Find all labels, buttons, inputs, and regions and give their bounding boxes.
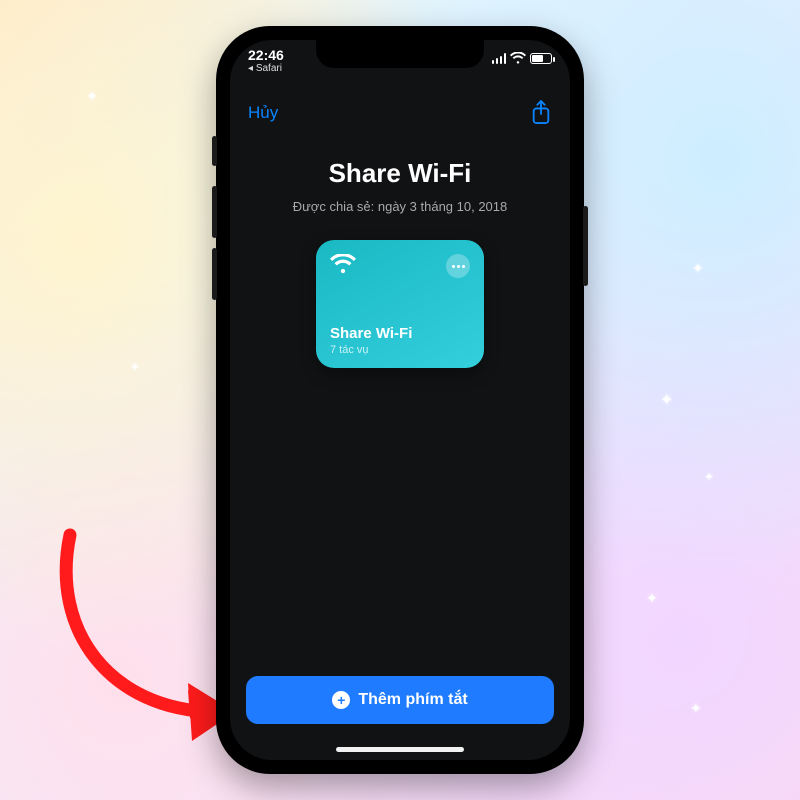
plus-circle-icon: +: [332, 691, 350, 709]
tutorial-backdrop: ✦ ✦ ✦ ✦ ✦ ✦ ✦ 22:46 ◂ Safari: [0, 0, 800, 800]
page-title: Share Wi-Fi: [329, 158, 472, 189]
volume-down-button: [212, 248, 217, 300]
cancel-button[interactable]: Hủy: [248, 103, 278, 123]
cellular-signal-icon: [492, 53, 507, 64]
sparkle-icon: ✦: [646, 590, 658, 607]
back-to-app[interactable]: ◂ Safari: [248, 63, 284, 74]
phone-screen: 22:46 ◂ Safari Hủy: [230, 40, 570, 760]
add-shortcut-button[interactable]: + Thêm phím tắt: [246, 676, 554, 724]
page-subtitle: Được chia sẻ: ngày 3 tháng 10, 2018: [293, 199, 508, 214]
add-shortcut-label: Thêm phím tắt: [358, 691, 467, 709]
wifi-icon: [330, 254, 356, 274]
main-content: Share Wi-Fi Được chia sẻ: ngày 3 tháng 1…: [230, 158, 570, 760]
cta-container: + Thêm phím tắt: [246, 676, 554, 724]
sparkle-icon: ✦: [130, 360, 140, 374]
shortcut-card-meta: 7 tác vụ: [330, 344, 470, 356]
sparkle-icon: ✦: [692, 260, 704, 277]
home-indicator[interactable]: [336, 747, 464, 752]
phone-frame: 22:46 ◂ Safari Hủy: [216, 26, 584, 774]
battery-icon: [530, 53, 552, 64]
back-to-app-label: Safari: [256, 63, 282, 74]
power-button: [583, 206, 588, 286]
share-icon[interactable]: [530, 100, 552, 126]
shortcut-card[interactable]: Share Wi-Fi 7 tác vụ: [316, 240, 484, 368]
status-time: 22:46: [248, 48, 284, 63]
sparkle-icon: ✦: [704, 470, 714, 484]
mute-switch: [212, 136, 217, 166]
nav-bar: Hủy: [230, 92, 570, 134]
notch: [316, 40, 484, 68]
sparkle-icon: ✦: [660, 390, 673, 410]
shortcut-card-name: Share Wi-Fi: [330, 325, 470, 342]
sparkle-icon: ✦: [86, 88, 98, 105]
ellipsis-icon[interactable]: [446, 254, 470, 278]
volume-up-button: [212, 186, 217, 238]
wifi-icon: [510, 52, 526, 64]
sparkle-icon: ✦: [690, 700, 702, 717]
